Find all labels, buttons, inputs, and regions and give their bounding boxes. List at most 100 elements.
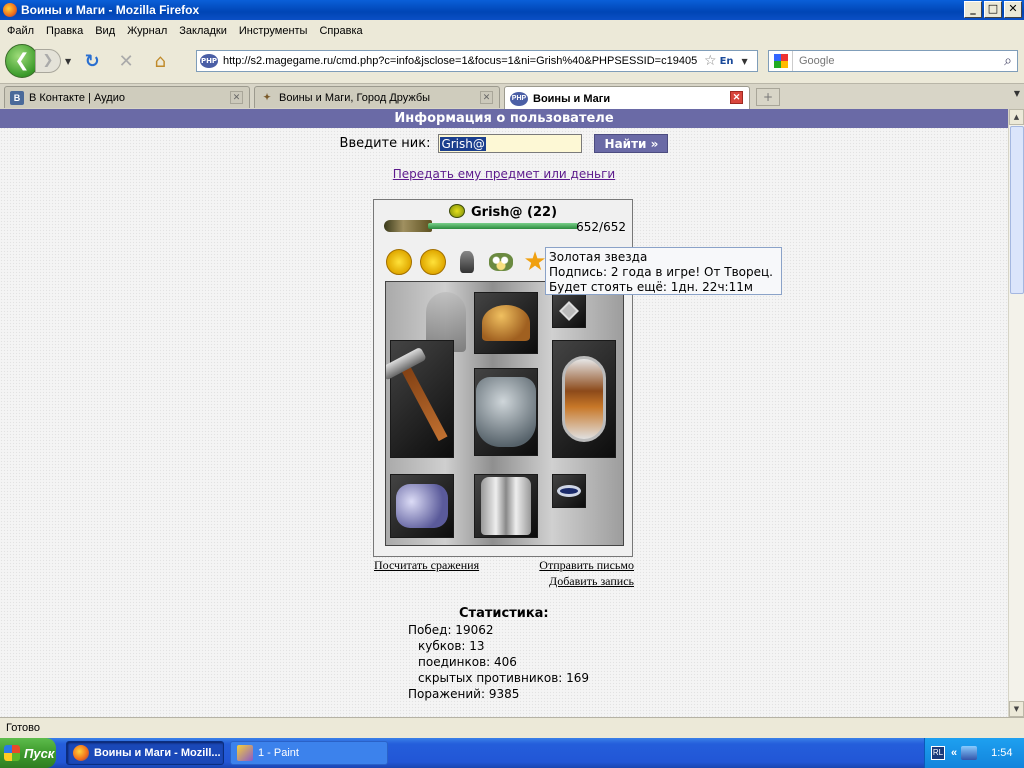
home-icon[interactable]: ⌂ [148,49,172,73]
start-label: Пуск [24,745,55,761]
close-button[interactable]: ✕ [1004,1,1022,18]
google-icon [773,54,788,68]
find-button[interactable]: Найти » [594,134,669,153]
nick-label: Введите ник: [339,136,431,151]
url-bar[interactable]: PHP http://s2.magegame.ru/cmd.php?c=info… [196,50,758,72]
history-dropdown-icon[interactable]: ▼ [65,57,71,66]
flowers-icon[interactable] [487,248,515,276]
scroll-up-icon[interactable]: ▲ [1009,109,1024,125]
character-name-row: Grish@ (22) [374,204,632,220]
send-letter-link[interactable]: Отправить письмо [539,558,634,573]
search-engine-selector[interactable] [769,51,793,71]
hidden-opponents-stat: скрытых противников: 169 [418,671,590,685]
tooltip-title: Золотая звезда [549,250,648,264]
vertical-scrollbar[interactable]: ▲ ▼ [1008,109,1024,717]
stop-icon[interactable]: ✕ [114,49,138,73]
window-title: Воины и Маги - Mozilla Firefox [21,3,200,17]
tab-close-icon[interactable]: ✕ [230,91,243,104]
navigation-toolbar: ❮ ❯ ▼ ↻ ✕ ⌂ PHP http://s2.magegame.ru/cm… [0,41,1024,81]
clan-icon[interactable] [448,204,465,218]
php-icon: PHP [510,91,528,106]
nick-input[interactable]: Grish@ [438,134,583,153]
minimize-button[interactable]: _ [964,1,982,18]
taskbar-item-firefox[interactable]: Воины и Маги - Mozill... [66,741,224,765]
losses-stat: Поражений: 9385 [408,687,520,701]
helmet-slot[interactable] [474,292,538,354]
tab-game-active[interactable]: PHP Воины и Маги ✕ [504,86,750,110]
hp-value: 652/652 [576,220,626,234]
taskbar-item-label: Воины и Маги - Mozill... [94,747,221,759]
gold-medal-icon[interactable] [385,248,413,276]
tray-expand-icon[interactable]: « [951,747,957,759]
menu-bar: Файл Правка Вид Журнал Закладки Инструме… [0,20,1024,41]
boots-slot[interactable] [474,474,538,538]
system-tray: RL « 1:54 [924,738,1024,768]
add-record-link[interactable]: Добавить запись [549,574,634,589]
network-icon[interactable] [961,746,978,760]
page-title: Информация о пользователе [0,109,1008,128]
statistics-block: Статистика: Побед: 19062 кубков: 13 поед… [408,606,589,702]
gold-medal-icon[interactable] [419,248,447,276]
url-dropdown-icon[interactable]: ▼ [742,57,748,66]
tab-label: В Контакте | Аудио [29,91,125,104]
ring-icon [557,485,581,497]
maximize-button[interactable]: □ [984,1,1002,18]
hp-bar-fill [428,223,578,229]
language-indicator: En [719,55,734,67]
tab-city[interactable]: ✦ Воины и Маги, Город Дружбы ✕ [254,86,500,108]
menu-help[interactable]: Справка [319,25,362,37]
url-text[interactable]: http://s2.magegame.ru/cmd.php?c=info&jsc… [223,55,701,67]
firefox-icon [3,3,17,17]
language-tray-icon[interactable]: RL [931,746,945,760]
start-button[interactable]: Пуск [0,738,56,768]
shrine-icon[interactable] [453,248,481,276]
count-battles-link[interactable]: Посчитать сражения [374,558,479,573]
reload-icon[interactable]: ↻ [80,49,104,73]
search-bar[interactable]: Google ⌕ [768,50,1018,72]
window-controls: _ □ ✕ [964,1,1022,18]
ring-slot[interactable] [552,474,586,508]
back-button[interactable]: ❮ [5,44,39,78]
helmet-icon [482,305,530,341]
menu-bookmarks[interactable]: Закладки [179,25,227,37]
armor-slot[interactable] [474,368,538,456]
status-bar: Готово [0,717,1024,738]
statistics-title: Статистика: [459,606,549,621]
site-favicon: PHP [200,54,218,68]
badge-row: ★ [385,248,549,276]
shield-slot[interactable] [552,340,616,458]
menu-view[interactable]: Вид [95,25,115,37]
menu-edit[interactable]: Правка [46,25,83,37]
tab-list-dropdown-icon[interactable]: ▼ [1014,89,1020,98]
game-icon: ✦ [263,92,271,102]
cups-stat: кубков: 13 [418,639,485,653]
gloves-icon [396,484,448,528]
shield-icon [562,356,606,442]
armor-icon [476,377,536,447]
menu-tools[interactable]: Инструменты [239,25,308,37]
forward-button[interactable]: ❯ [35,49,61,73]
vk-icon: В [10,90,24,105]
search-icon[interactable]: ⌕ [1004,53,1012,69]
tab-close-icon[interactable]: ✕ [730,91,743,104]
menu-history[interactable]: Журнал [127,25,167,37]
tab-close-icon[interactable]: ✕ [480,91,493,104]
weapon-slot[interactable] [390,340,454,458]
amulet-slot[interactable] [552,294,586,328]
new-tab-button[interactable]: + [756,88,780,106]
transfer-link[interactable]: Передать ему предмет или деньги [0,167,1008,181]
search-input[interactable]: Google [799,55,1004,67]
scroll-thumb[interactable] [1010,126,1024,294]
paint-icon [237,745,253,761]
scroll-down-icon[interactable]: ▼ [1009,701,1024,717]
bookmark-star-icon[interactable]: ☆ [704,53,717,69]
menu-file[interactable]: Файл [7,25,34,37]
firefox-icon [73,745,89,761]
tab-vkontakte[interactable]: В В Контакте | Аудио ✕ [4,86,250,108]
character-name: Grish@ (22) [470,205,558,220]
window-title-bar: Воины и Маги - Mozilla Firefox _ □ ✕ [0,0,1024,20]
taskbar-item-paint[interactable]: 1 - Paint [230,741,388,765]
axe-icon [396,356,448,442]
tab-bar: В В Контакте | Аудио ✕ ✦ Воины и Маги, Г… [0,83,1024,110]
gloves-slot[interactable] [390,474,454,538]
